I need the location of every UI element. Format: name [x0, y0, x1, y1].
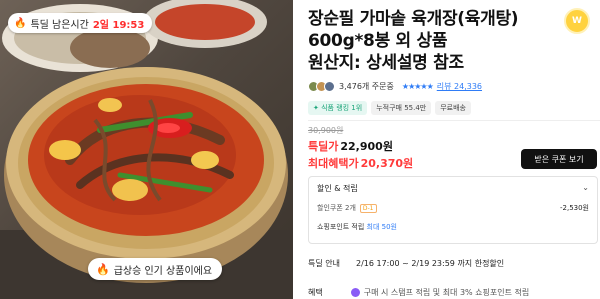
- title-line: 장순필 가마솥 육개장(육개탕): [308, 9, 519, 29]
- coupon-amount: -2,530원: [559, 204, 589, 212]
- sale-info-row: 특딜 안내 2/16 17:00 ~ 2/19 23:59 까지 한정할인: [308, 258, 504, 269]
- soup-bowl-image: [0, 0, 293, 299]
- sale-price-value: 22,900원: [340, 140, 393, 153]
- discount-header[interactable]: 할인 & 적립 ⌄: [317, 183, 589, 194]
- product-title: 장순필 가마솥 육개장(육개탕) 600g*8봉 외 상품 원산지: 상세설명 …: [308, 8, 548, 74]
- coupon-label: 할인쿠폰 2개: [317, 204, 356, 212]
- max-benefit-value: 20,370원: [360, 157, 414, 170]
- benefit-text: 구매 시 스탬프 적립 및 최대 3% 쇼핑포인트 적립: [363, 288, 530, 297]
- original-price: 30,900원: [308, 126, 344, 135]
- flame-icon: 🔥: [96, 262, 110, 276]
- max-benefit-label: 최대혜택가: [308, 157, 359, 170]
- avatar: [324, 80, 335, 92]
- buyer-count: 3,476개 주문중: [339, 81, 394, 91]
- discount-panel: 할인 & 적립 ⌄ 할인쿠폰 2개 D-1 -2,530원 쇼핑포인트 적립 최…: [308, 176, 598, 244]
- title-line: 원산지: 상세설명 참조: [308, 53, 464, 73]
- product-photo[interactable]: 🔥 특딜 남은시간 2일 19:53 🔥 급상승 인기 상품이에요: [0, 0, 293, 299]
- sold-count-badge: 누적구매 55.4만: [371, 101, 432, 115]
- title-line: 600g*8봉 외 상품: [308, 31, 448, 51]
- coupon-dday-tag: D-1: [359, 203, 377, 213]
- timer-label: 특딜 남은시간: [30, 19, 89, 31]
- benefit-row: 혜택 구매 시 스탬프 적립 및 최대 3% 쇼핑포인트 적립: [308, 287, 529, 298]
- review-link[interactable]: 리뷰 24,336: [437, 81, 482, 92]
- divider: [308, 120, 600, 121]
- free-shipping-badge: 무료배송: [435, 101, 471, 115]
- sale-info-label: 특딜 안내: [308, 259, 340, 268]
- timer-value: 2일 19:53: [92, 19, 145, 31]
- view-coupons-button[interactable]: 받은 쿠폰 보기: [521, 149, 597, 169]
- popular-label: 급상승 인기 상품이에요: [113, 265, 213, 277]
- points-row: 쇼핑포인트 적립 최대 50원: [317, 222, 589, 232]
- rating-stars-icon: ★★★★★: [401, 81, 434, 91]
- points-label: 쇼핑포인트 적립: [317, 223, 365, 231]
- max-benefit-row: 최대혜택가 20,370원: [308, 155, 413, 171]
- wish-icon: W: [572, 16, 582, 26]
- fire-icon: 🔥: [14, 17, 27, 29]
- points-value: 최대 50원: [366, 223, 397, 231]
- discount-title: 할인 & 적립: [317, 184, 358, 193]
- buyer-avatars: [308, 80, 335, 92]
- timer-badge: 🔥 특딜 남은시간 2일 19:53: [8, 13, 153, 33]
- benefit-label: 혜택: [308, 288, 323, 297]
- product-info-panel: 장순필 가마솥 육개장(육개탕) 600g*8봉 외 상품 원산지: 상세설명 …: [308, 0, 600, 299]
- sale-price-label: 특딜가: [308, 140, 339, 153]
- ranking-badge[interactable]: ✦ 식품 랭킹 1위: [308, 101, 368, 115]
- coupon-row: 할인쿠폰 2개 D-1 -2,530원: [317, 203, 589, 213]
- sale-price-row: 특딜가 22,900원: [308, 138, 393, 154]
- purchase-meta: 3,476개 주문중 ★★★★★ 리뷰 24,336: [308, 79, 482, 93]
- wish-button[interactable]: W: [564, 8, 590, 34]
- popular-badge: 🔥 급상승 인기 상품이에요: [88, 258, 223, 280]
- points-icon: [350, 288, 360, 297]
- chevron-down-icon[interactable]: ⌄: [582, 183, 589, 194]
- badge-row: ✦ 식품 랭킹 1위 누적구매 55.4만 무료배송: [308, 101, 471, 115]
- sale-info-period: 2/16 17:00 ~ 2/19 23:59 까지 한정할인: [355, 259, 505, 268]
